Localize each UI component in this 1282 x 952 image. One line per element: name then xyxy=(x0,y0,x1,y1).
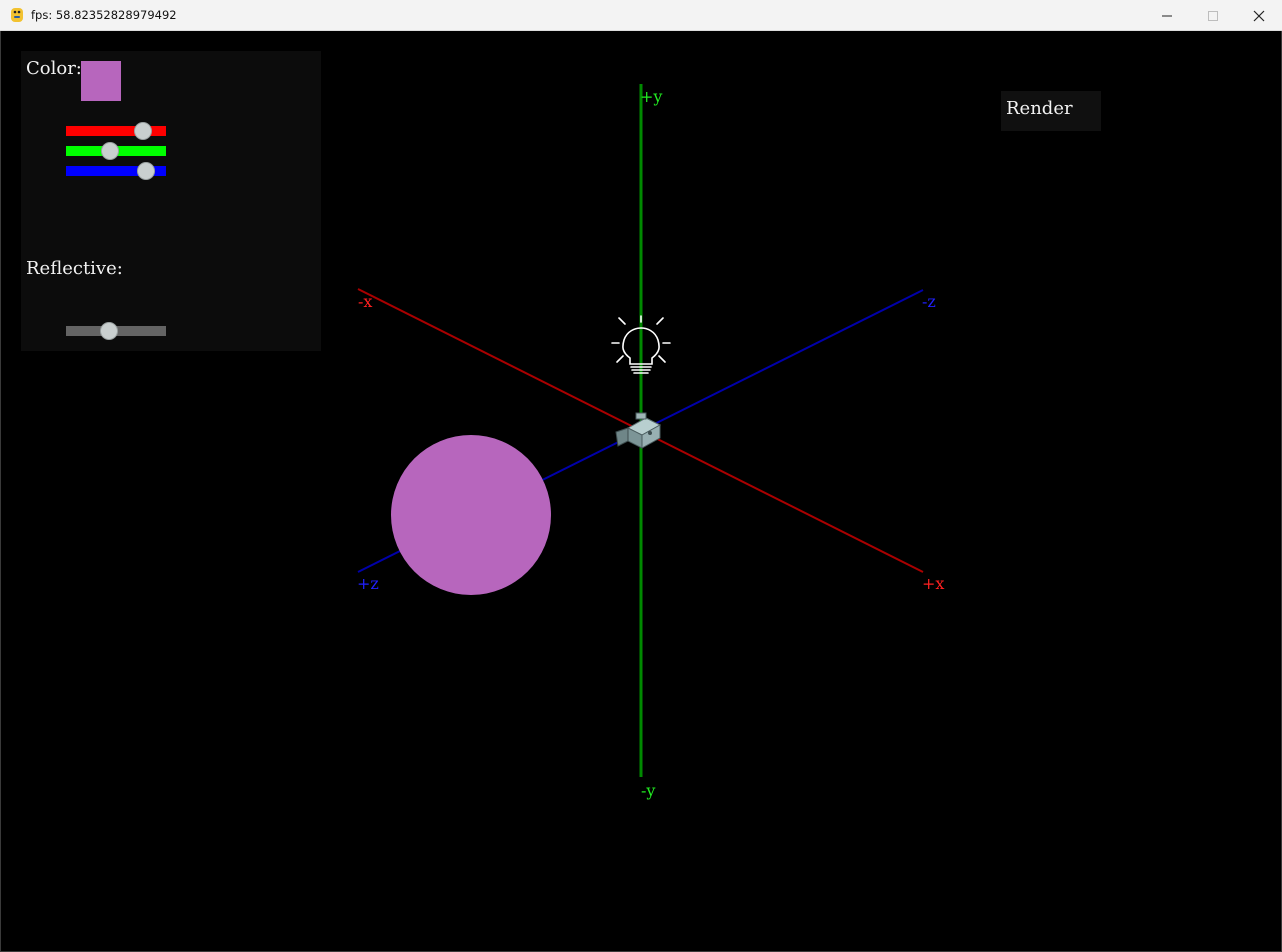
red-slider-handle[interactable] xyxy=(134,122,152,140)
green-slider-handle[interactable] xyxy=(101,142,119,160)
axis-label-pos-y: +y xyxy=(640,87,662,106)
axis-label-pos-x: +x xyxy=(922,574,944,593)
camera-icon[interactable] xyxy=(615,412,662,449)
material-panel xyxy=(21,51,321,351)
reflective-label: Reflective: xyxy=(26,258,123,279)
render-button[interactable]: Render xyxy=(1001,91,1101,131)
sphere-object[interactable] xyxy=(391,435,551,595)
axis-label-neg-z: -z xyxy=(922,292,936,311)
render-button-label: Render xyxy=(1006,98,1073,119)
axis-label-neg-x: -x xyxy=(358,292,372,311)
blue-slider-handle[interactable] xyxy=(137,162,155,180)
color-swatch xyxy=(81,61,121,101)
color-label: Color: xyxy=(26,58,82,79)
axis-label-pos-z: +z xyxy=(357,574,379,593)
axis-label-neg-y: -y xyxy=(641,781,655,800)
reflective-slider-handle[interactable] xyxy=(100,322,118,340)
